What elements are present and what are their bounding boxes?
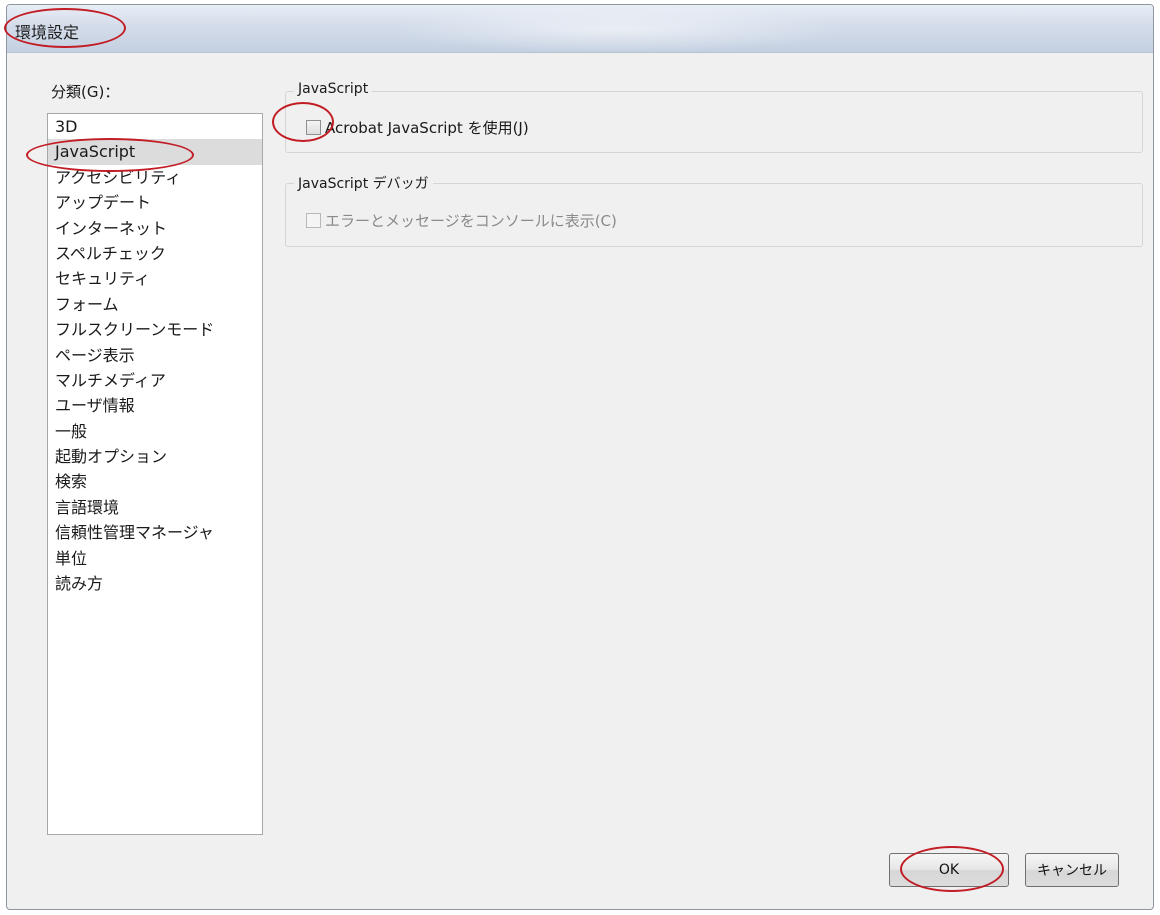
javascript-group: JavaScript Acrobat JavaScript を使用(J)	[285, 81, 1143, 153]
category-item[interactable]: 起動オプション	[48, 444, 262, 469]
javascript-debugger-group: JavaScript デバッガ エラーとメッセージをコンソールに表示(C)	[285, 173, 1143, 247]
category-item[interactable]: スペルチェック	[48, 241, 262, 266]
category-item[interactable]: アップデート	[48, 190, 262, 215]
category-item[interactable]: 一般	[48, 419, 262, 444]
show-console-option: エラーとメッセージをコンソールに表示(C)	[306, 210, 617, 231]
category-item[interactable]: ユーザ情報	[48, 393, 262, 418]
show-console-label: エラーとメッセージをコンソールに表示(C)	[325, 212, 617, 230]
category-item-selected[interactable]: JavaScript	[48, 139, 262, 165]
category-item[interactable]: 検索	[48, 469, 262, 494]
javascript-debugger-group-title: JavaScript デバッガ	[294, 173, 433, 193]
title-bar[interactable]: 環境設定	[7, 5, 1153, 53]
ok-button[interactable]: OK	[889, 853, 1009, 887]
category-item[interactable]: セキュリティ	[48, 266, 262, 291]
enable-javascript-label: Acrobat JavaScript を使用(J)	[325, 119, 529, 137]
category-item[interactable]: フォーム	[48, 292, 262, 317]
category-item[interactable]: アクセシビリティ	[48, 165, 262, 190]
dialog-body: 分類(G)： 3D JavaScript アクセシビリティ アップデート インタ…	[9, 57, 1151, 907]
category-item[interactable]: インターネット	[48, 216, 262, 241]
category-label: 分類(G)：	[51, 83, 120, 101]
category-item[interactable]: マルチメディア	[48, 368, 262, 393]
category-item[interactable]: 単位	[48, 546, 262, 571]
enable-javascript-checkbox[interactable]	[306, 120, 321, 135]
category-item[interactable]: 3D	[48, 114, 262, 139]
show-console-checkbox	[306, 213, 321, 228]
category-item[interactable]: フルスクリーンモード	[48, 317, 262, 342]
category-list[interactable]: 3D JavaScript アクセシビリティ アップデート インターネット スペ…	[47, 113, 263, 835]
category-item[interactable]: ページ表示	[48, 343, 262, 368]
category-item[interactable]: 信頼性管理マネージャ	[48, 520, 262, 545]
cancel-button[interactable]: キャンセル	[1025, 853, 1119, 887]
preferences-dialog: 環境設定 分類(G)： 3D JavaScript アクセシビリティ アップデー…	[6, 4, 1154, 910]
window-title: 環境設定	[15, 23, 80, 42]
enable-javascript-option[interactable]: Acrobat JavaScript を使用(J)	[306, 117, 529, 138]
category-item[interactable]: 読み方	[48, 571, 262, 596]
category-item[interactable]: 言語環境	[48, 495, 262, 520]
javascript-group-title: JavaScript	[294, 81, 373, 97]
